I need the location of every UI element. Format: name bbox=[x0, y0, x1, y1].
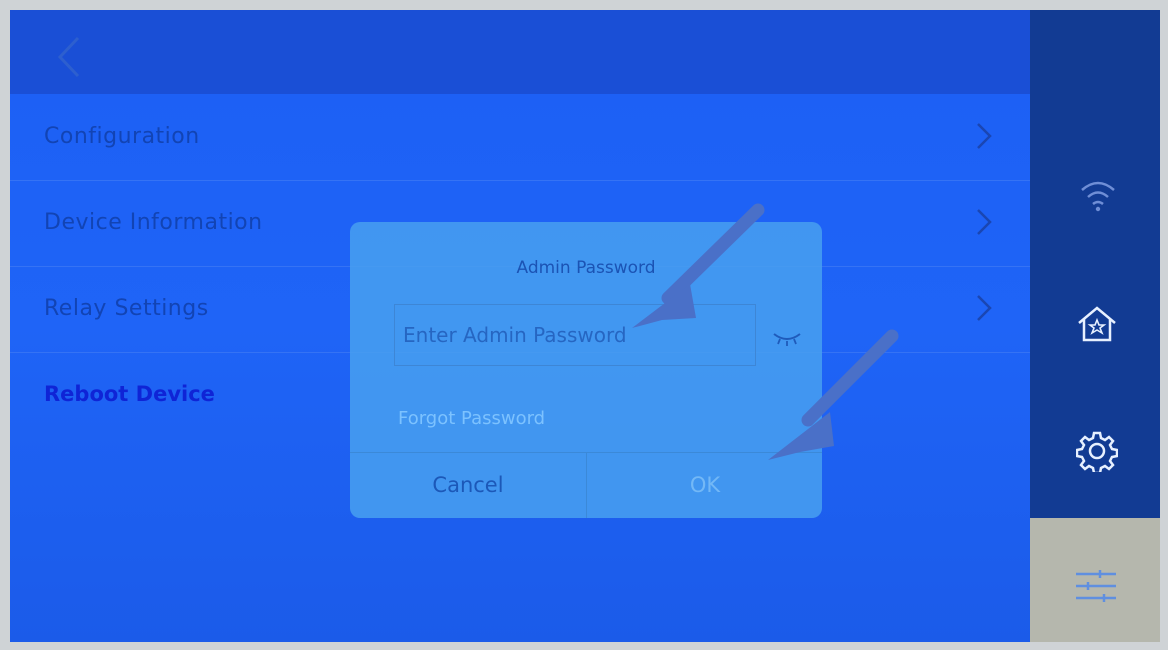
wifi-icon[interactable] bbox=[1078, 178, 1118, 214]
chevron-right-icon bbox=[972, 202, 996, 251]
eye-closed-icon[interactable] bbox=[772, 330, 802, 348]
dialog-title: Admin Password bbox=[516, 258, 656, 278]
menu-item-configuration[interactable]: Configuration bbox=[10, 94, 1030, 181]
admin-password-dialog: Admin Password Forgot Password Cancel OK bbox=[350, 222, 822, 518]
cancel-button[interactable]: Cancel bbox=[350, 453, 586, 518]
admin-password-input[interactable] bbox=[394, 304, 756, 366]
chevron-right-icon bbox=[972, 288, 996, 337]
menu-item-label: Configuration bbox=[44, 124, 200, 149]
header-bar bbox=[10, 10, 1030, 94]
home-icon[interactable] bbox=[1076, 304, 1118, 344]
menu-item-label: Relay Settings bbox=[44, 296, 209, 321]
back-button[interactable] bbox=[50, 32, 90, 82]
sliders-icon bbox=[1076, 570, 1116, 602]
chevron-left-icon bbox=[57, 36, 80, 78]
reboot-device-button[interactable]: Reboot Device bbox=[44, 382, 215, 406]
gear-icon[interactable] bbox=[1076, 430, 1118, 472]
menu-item-label: Device Information bbox=[44, 210, 263, 235]
page-title bbox=[330, 40, 710, 66]
device-screen: Configuration Device Information Relay S… bbox=[10, 10, 1160, 642]
ok-button[interactable]: OK bbox=[587, 453, 823, 518]
forgot-password-link[interactable]: Forgot Password bbox=[398, 408, 545, 429]
chevron-right-icon bbox=[972, 116, 996, 165]
sidebar-settings-tab[interactable] bbox=[1030, 518, 1160, 642]
